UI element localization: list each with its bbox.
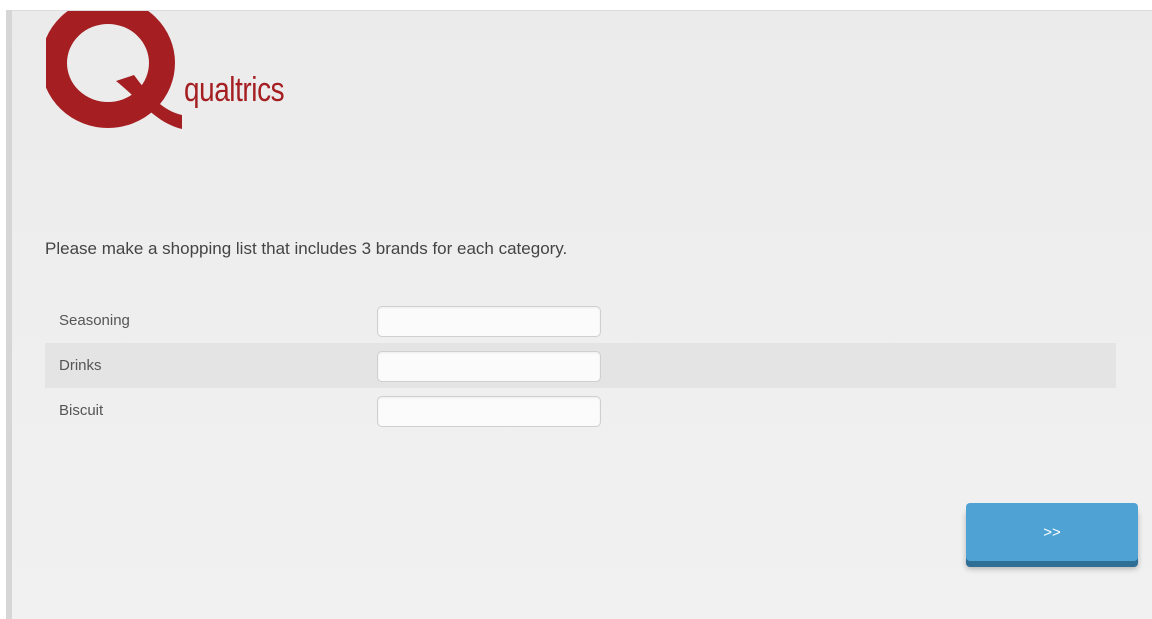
qualtrics-logo: qualtrics bbox=[46, 11, 326, 141]
row-drinks: Drinks bbox=[45, 343, 1116, 388]
question-rows: Seasoning Drinks Biscuit bbox=[45, 298, 1116, 433]
survey-window: qualtrics Please make a shopping list th… bbox=[0, 0, 1152, 619]
row-label-drinks: Drinks bbox=[59, 357, 102, 374]
seasoning-input[interactable] bbox=[377, 306, 601, 337]
row-label-seasoning: Seasoning bbox=[59, 312, 130, 329]
drinks-input[interactable] bbox=[377, 351, 601, 382]
row-biscuit: Biscuit bbox=[45, 388, 1116, 433]
logo-wordmark: qualtrics bbox=[184, 71, 285, 109]
biscuit-input[interactable] bbox=[377, 396, 601, 427]
row-label-biscuit: Biscuit bbox=[59, 402, 104, 419]
next-button[interactable]: >> bbox=[966, 503, 1138, 561]
row-seasoning: Seasoning bbox=[45, 298, 1116, 343]
question-text: Please make a shopping list that include… bbox=[45, 239, 568, 258]
survey-page: qualtrics Please make a shopping list th… bbox=[12, 10, 1152, 619]
